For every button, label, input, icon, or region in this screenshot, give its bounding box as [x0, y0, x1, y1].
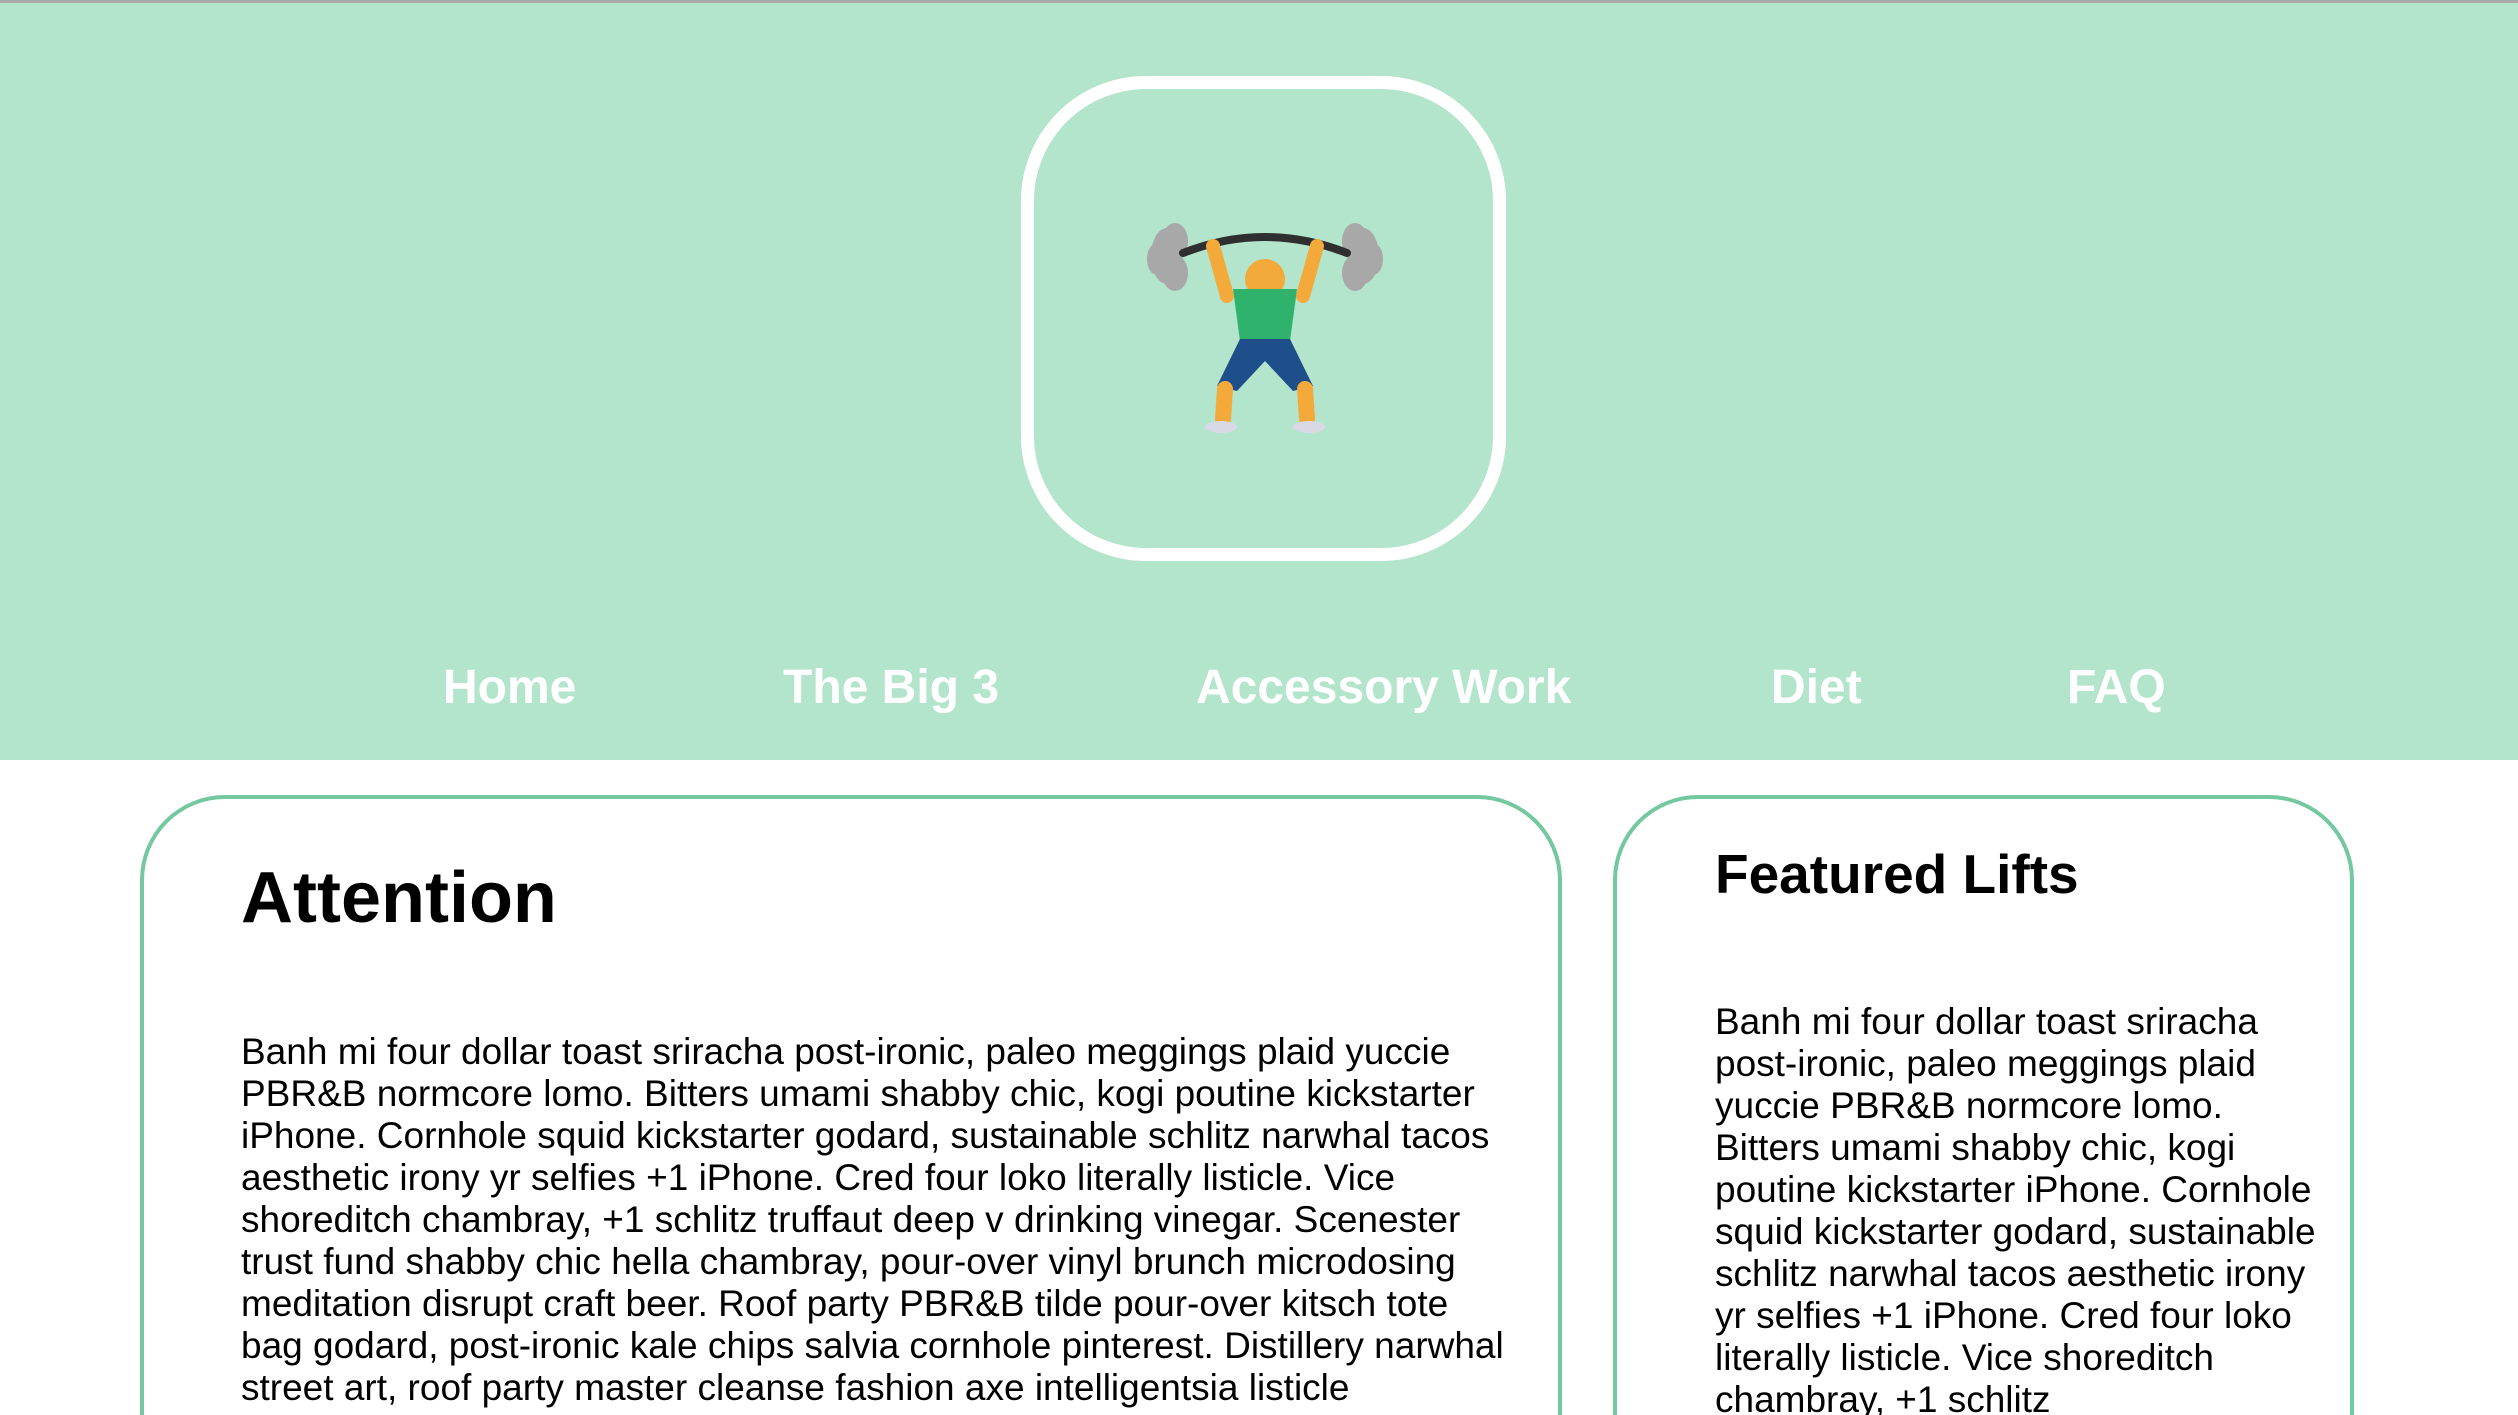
- logo-frame[interactable]: [1021, 76, 1506, 561]
- featured-lifts-card: Featured Lifts Banh mi four dollar toast…: [1613, 795, 2354, 1415]
- nav-faq-link[interactable]: FAQ: [2067, 653, 2166, 723]
- attention-body: Banh mi four dollar toast sriracha post-…: [241, 1031, 1504, 1408]
- featured-lifts-title: Featured Lifts: [1715, 843, 2079, 905]
- nav-big-3-link[interactable]: The Big 3: [783, 653, 999, 723]
- site-header: Home The Big 3 Accessory Work Diet FAQ: [0, 3, 2518, 760]
- featured-lifts-body: Banh mi four dollar toast sriracha post-…: [1715, 1001, 2316, 1415]
- attention-card: Attention Banh mi four dollar toast srir…: [140, 795, 1562, 1415]
- attention-title: Attention: [241, 858, 557, 938]
- main-nav: Home The Big 3 Accessory Work Diet FAQ: [0, 653, 2518, 723]
- nav-accessory-work-link[interactable]: Accessory Work: [1196, 653, 1571, 723]
- weightlifter-icon: [1147, 223, 1383, 433]
- nav-diet-link[interactable]: Diet: [1771, 653, 1862, 723]
- nav-home-link[interactable]: Home: [443, 653, 576, 723]
